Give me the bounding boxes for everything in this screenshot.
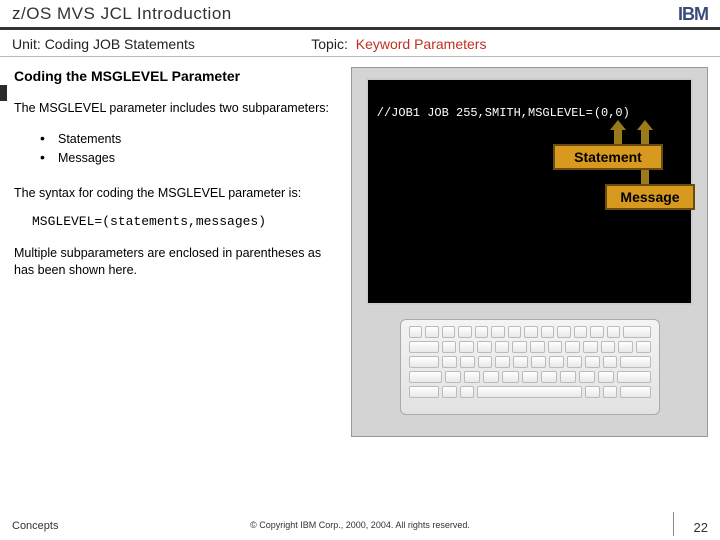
list-item: Statements: [40, 129, 343, 148]
section-heading: Coding the MSGLEVEL Parameter: [14, 67, 343, 86]
callout-statement: Statement: [553, 144, 663, 170]
right-column: //JOB1 JOB 255,SMITH,MSGLEVEL=(0,0) Stat…: [351, 67, 708, 437]
topic-label: Topic:: [311, 36, 348, 52]
unit-value: Coding JOB Statements: [45, 36, 195, 52]
topic-value: Keyword Parameters: [356, 36, 487, 52]
arrow-up-icon: [610, 120, 626, 130]
content-area: Coding the MSGLEVEL Parameter The MSGLEV…: [0, 57, 720, 437]
title-bar: z/OS MVS JCL Introduction IBM: [0, 0, 720, 30]
footer-left: Concepts: [12, 520, 58, 532]
footer-copyright: © Copyright IBM Corp., 2000, 2004. All r…: [250, 520, 470, 530]
page-number: 22: [694, 520, 708, 535]
list-item: Messages: [40, 148, 343, 167]
sub-header: Unit: Coding JOB Statements Topic: Keywo…: [0, 30, 720, 57]
terminal-screen: //JOB1 JOB 255,SMITH,MSGLEVEL=(0,0) Stat…: [366, 78, 693, 305]
ibm-logo-text: IBM: [678, 5, 708, 23]
section-marker: [0, 85, 7, 101]
arrow-up-icon: [637, 120, 653, 130]
monitor-frame: //JOB1 JOB 255,SMITH,MSGLEVEL=(0,0) Stat…: [351, 67, 708, 437]
unit-block: Unit: Coding JOB Statements: [12, 36, 311, 52]
left-column: Coding the MSGLEVEL Parameter The MSGLEV…: [14, 67, 343, 437]
keyboard-icon: [400, 319, 660, 415]
ibm-logo: IBM: [678, 5, 708, 23]
unit-label: Unit:: [12, 36, 41, 52]
syntax-code: MSGLEVEL=(statements,messages): [32, 213, 343, 231]
code-row: //JOB1 JOB 255,SMITH,MSGLEVEL=(0,0): [376, 106, 683, 120]
footer-divider: [673, 512, 674, 536]
intro-text: The MSGLEVEL parameter includes two subp…: [14, 100, 343, 117]
course-title: z/OS MVS JCL Introduction: [12, 4, 232, 24]
syntax-lead: The syntax for coding the MSGLEVEL param…: [14, 185, 343, 202]
footer: Concepts © Copyright IBM Corp., 2000, 20…: [12, 520, 708, 532]
keyboard-illustration: [366, 319, 693, 415]
callout-message: Message: [605, 184, 695, 210]
code-pair: (0,0): [593, 106, 630, 120]
code-prefix: //JOB1 JOB 255,SMITH,MSGLEVEL=: [376, 106, 593, 120]
closing-text: Multiple subparameters are enclosed in p…: [14, 245, 343, 279]
topic-block: Topic: Keyword Parameters: [311, 36, 486, 52]
bullet-list: Statements Messages: [40, 129, 343, 167]
